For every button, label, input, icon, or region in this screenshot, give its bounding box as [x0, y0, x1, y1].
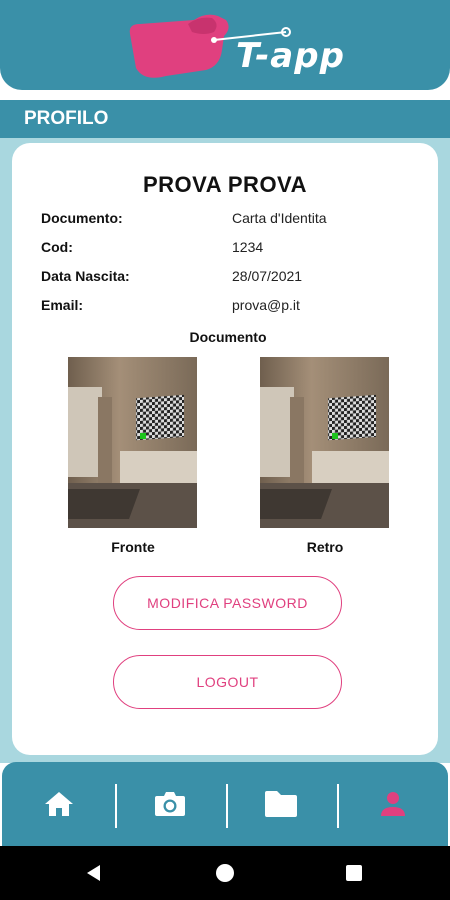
- document-back-image[interactable]: [260, 357, 389, 528]
- person-icon: [381, 792, 405, 816]
- camera-icon: [155, 792, 185, 816]
- recents-icon: [346, 865, 362, 881]
- field-value-documento: Carta d'Identita: [232, 210, 327, 226]
- field-label-documento: Documento:: [41, 210, 123, 226]
- nav-camera[interactable]: [115, 762, 225, 846]
- field-label-email: Email:: [41, 297, 84, 313]
- system-navigation-bar: [0, 846, 450, 900]
- nav-home[interactable]: [4, 762, 114, 846]
- section-bar: PROFILO: [0, 100, 450, 138]
- field-value-cod: 1234: [232, 239, 264, 255]
- back-icon: [87, 865, 100, 881]
- section-title: PROFILO: [24, 108, 109, 129]
- field-label-data-nascita: Data Nascita:: [41, 268, 130, 284]
- app-header: T-app: [0, 0, 450, 90]
- folder-icon: [265, 791, 297, 817]
- nav-folder[interactable]: [226, 762, 336, 846]
- home-circle-icon: [216, 864, 234, 882]
- field-value-email: prova@p.it: [232, 297, 300, 313]
- change-password-button[interactable]: MODIFICA PASSWORD: [113, 576, 342, 630]
- home-icon: [45, 792, 73, 816]
- bottom-navigation: [2, 762, 448, 846]
- logo-wordmark: T-app: [236, 36, 345, 76]
- document-back-label: Retro: [306, 539, 344, 555]
- nav-profile[interactable]: [338, 762, 448, 846]
- system-recents-button[interactable]: [324, 846, 384, 900]
- document-front-label: Fronte: [111, 539, 155, 555]
- documents-title: Documento: [189, 329, 267, 345]
- logout-button[interactable]: LOGOUT: [113, 655, 342, 709]
- system-back-button[interactable]: [64, 846, 124, 900]
- system-home-button[interactable]: [195, 846, 255, 900]
- field-value-data-nascita: 28/07/2021: [232, 268, 303, 284]
- field-label-cod: Cod:: [41, 239, 73, 255]
- profile-name: PROVA PROVA: [142, 172, 307, 197]
- document-front-image[interactable]: [68, 357, 197, 528]
